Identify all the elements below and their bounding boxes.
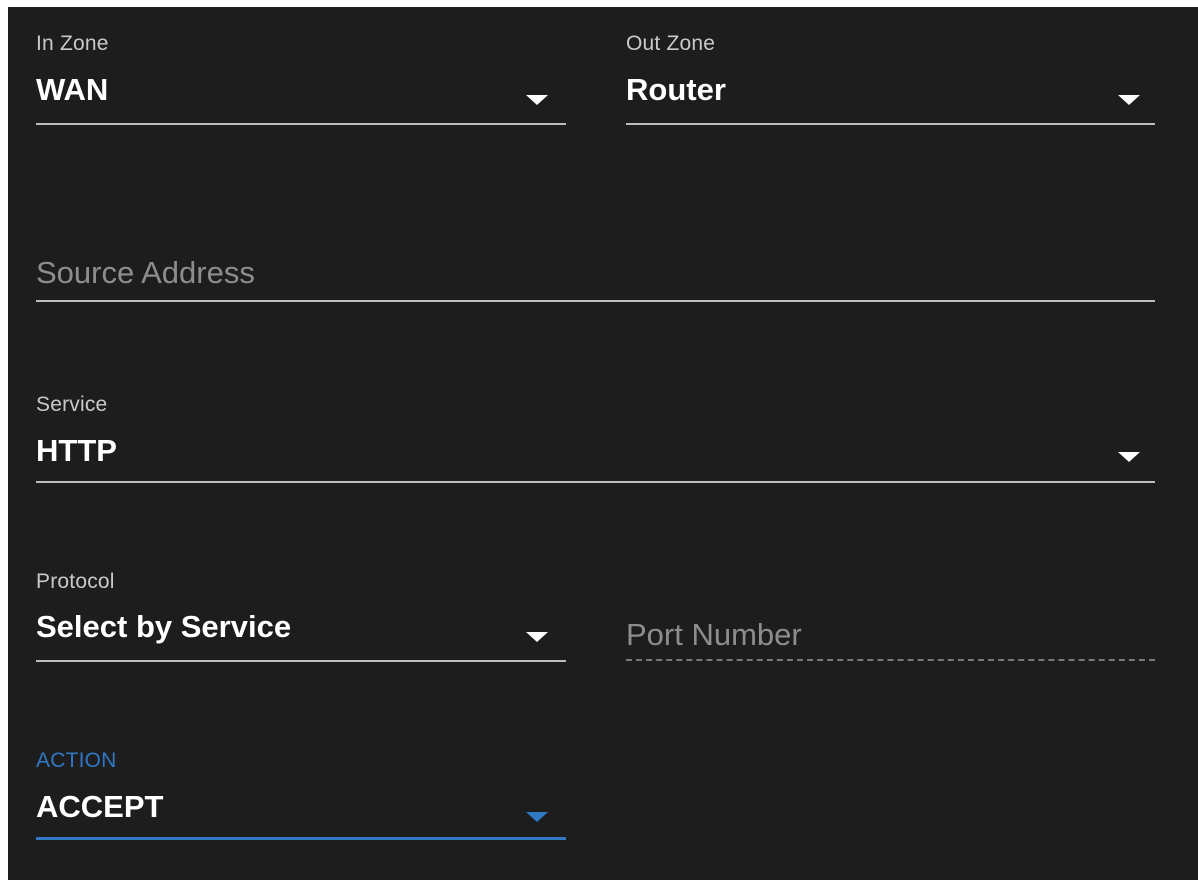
- firewall-rule-form: In Zone WAN Out Zone Router Source Addre…: [8, 7, 1198, 880]
- chevron-down-icon[interactable]: [526, 632, 548, 642]
- action-underline: [36, 837, 566, 840]
- out-zone-label: Out Zone: [626, 32, 716, 55]
- protocol-label: Protocol: [36, 570, 115, 593]
- in-zone-value: WAN: [36, 72, 109, 107]
- source-address-underline: [36, 300, 1155, 302]
- protocol-value: Select by Service: [36, 609, 292, 644]
- port-number-placeholder: Port Number: [626, 617, 802, 652]
- action-value: ACCEPT: [36, 789, 164, 824]
- out-zone-select[interactable]: Out Zone Router: [626, 32, 1155, 127]
- chevron-down-icon[interactable]: [1118, 95, 1140, 105]
- service-select[interactable]: Service HTTP: [36, 393, 1155, 488]
- chevron-down-icon[interactable]: [526, 812, 548, 822]
- out-zone-value: Router: [626, 72, 726, 107]
- action-select[interactable]: ACTION ACCEPT: [36, 749, 566, 844]
- out-zone-underline: [626, 123, 1155, 125]
- action-label: ACTION: [36, 749, 117, 772]
- in-zone-select[interactable]: In Zone WAN: [36, 32, 566, 127]
- chevron-down-icon[interactable]: [526, 95, 548, 105]
- source-address-input[interactable]: Source Address: [36, 255, 1155, 305]
- in-zone-label: In Zone: [36, 32, 109, 55]
- port-number-input[interactable]: Port Number: [626, 617, 1155, 667]
- protocol-underline: [36, 660, 566, 662]
- port-number-underline: [626, 659, 1155, 661]
- service-underline: [36, 481, 1155, 483]
- chevron-down-icon[interactable]: [1118, 452, 1140, 462]
- protocol-select[interactable]: Protocol Select by Service: [36, 570, 566, 665]
- service-label: Service: [36, 393, 108, 416]
- in-zone-underline: [36, 123, 566, 125]
- service-value: HTTP: [36, 433, 117, 468]
- source-address-placeholder: Source Address: [36, 255, 255, 290]
